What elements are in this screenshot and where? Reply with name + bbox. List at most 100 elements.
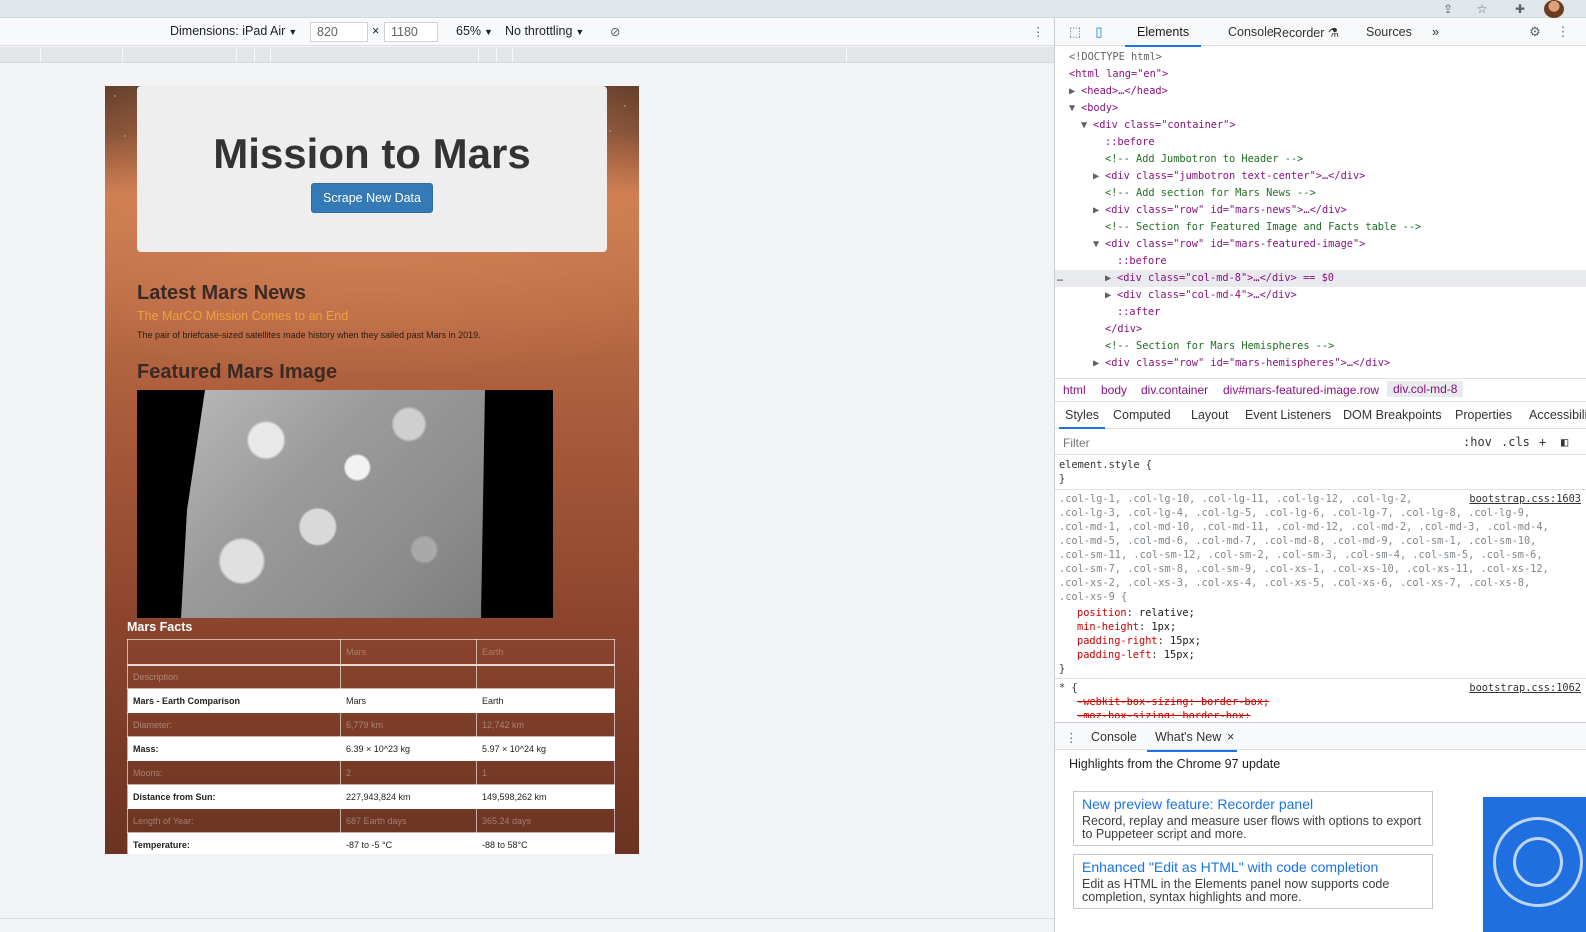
card-title[interactable]: New preview feature: Recorder panel xyxy=(1082,796,1424,812)
tab-sources[interactable]: Sources xyxy=(1366,25,1412,39)
dom-node-before[interactable]: ::before xyxy=(1055,134,1586,151)
dom-node-jumbotron[interactable]: ▶ <div class="jumbotron text-center">…</d… xyxy=(1055,168,1586,185)
source-link[interactable]: bootstrap.css:1062 xyxy=(1469,682,1581,694)
dom-node-text: <div class="container"> xyxy=(1093,119,1236,131)
tab-layout[interactable]: Layout xyxy=(1191,408,1229,422)
table-row: Distance from Sun: 227,943,824 km 149,59… xyxy=(127,784,615,809)
table-cell: 12,742 km xyxy=(476,712,615,737)
breadcrumb-item[interactable]: div#mars-featured-image.row xyxy=(1223,383,1379,397)
inspect-element-icon[interactable]: ⬚ xyxy=(1067,24,1083,40)
close-icon[interactable]: × xyxy=(1227,730,1234,744)
more-tabs-button[interactable]: » xyxy=(1432,25,1439,39)
whats-new-card[interactable]: Enhanced "Edit as HTML" with code comple… xyxy=(1073,854,1433,909)
toggle-sidebar-icon[interactable]: ◧ xyxy=(1561,435,1568,449)
collapse-triangle-icon[interactable]: ▼ xyxy=(1093,236,1105,253)
dom-node-head[interactable]: ▶ <head>…</head> xyxy=(1055,83,1586,100)
drawer-tab-whats-new[interactable]: What's New xyxy=(1146,730,1238,752)
tab-styles[interactable]: Styles xyxy=(1058,408,1106,429)
dom-node-text: ::before xyxy=(1105,136,1155,148)
overridden-declaration[interactable]: -moz-box-sizing: border-box; xyxy=(1077,710,1251,718)
dom-node-body[interactable]: ▼ <body> xyxy=(1055,100,1586,117)
devtools-menu-icon[interactable]: ⋮ xyxy=(1555,24,1571,40)
tab-event-listeners[interactable]: Event Listeners xyxy=(1245,408,1331,422)
rule-close: } xyxy=(1059,663,1066,675)
table-cell: Length of Year: xyxy=(127,808,341,833)
styles-pane[interactable]: element.style { } bootstrap.css:1603 .co… xyxy=(1055,456,1586,718)
share-icon[interactable]: ⇪ xyxy=(1440,1,1456,17)
new-rule-plus-icon[interactable]: + xyxy=(1539,435,1546,449)
more-options-icon[interactable]: ⋮ xyxy=(1032,24,1045,39)
zoom-dropdown[interactable]: 65% ▼ xyxy=(456,24,493,38)
height-input[interactable] xyxy=(384,22,438,42)
breadcrumb-item[interactable]: html xyxy=(1063,383,1086,397)
media-query-ruler[interactable] xyxy=(0,47,1054,63)
dom-node-featured-image[interactable]: ▼ <div class="row" id="mars-featured-imag… xyxy=(1055,236,1586,253)
expand-triangle-icon[interactable]: ▶ xyxy=(1093,355,1105,372)
collapse-triangle-icon[interactable]: ▼ xyxy=(1081,117,1093,134)
dom-node-mars-news[interactable]: ▶ <div class="row" id="mars-news">…</div> xyxy=(1055,202,1586,219)
settings-gear-icon[interactable]: ⚙ xyxy=(1527,24,1543,40)
scrape-new-data-button[interactable]: Scrape New Data xyxy=(311,183,433,213)
expand-triangle-icon[interactable]: ▶ xyxy=(1093,168,1105,185)
breadcrumb-item[interactable]: body xyxy=(1101,383,1127,397)
collapse-triangle-icon[interactable]: ▼ xyxy=(1069,100,1081,117)
profile-avatar[interactable] xyxy=(1544,0,1564,18)
css-property: padding-left xyxy=(1077,649,1152,661)
dom-node-text: <div class="jumbotron text-center">…</di… xyxy=(1105,170,1366,182)
css-declaration[interactable]: padding-right: 15px; xyxy=(1077,635,1201,649)
expand-triangle-icon[interactable]: ▶ xyxy=(1069,83,1081,100)
dom-node-container[interactable]: ▼ <div class="container"> xyxy=(1055,117,1586,134)
tab-computed[interactable]: Computed xyxy=(1113,408,1171,422)
hov-toggle[interactable]: :hov xyxy=(1463,435,1492,449)
flask-icon: ⚗ xyxy=(1327,26,1340,40)
rotate-disabled-icon[interactable]: ⊘ xyxy=(610,24,620,39)
dom-node-html[interactable]: <html lang="en"> xyxy=(1055,66,1586,83)
drawer-tab-console[interactable]: Console xyxy=(1091,730,1137,744)
css-declaration[interactable]: padding-left: 15px; xyxy=(1077,649,1195,663)
dom-node-doctype[interactable]: <!DOCTYPE html> xyxy=(1055,49,1586,66)
node-ellipsis[interactable]: … xyxy=(1057,270,1105,287)
expand-triangle-icon[interactable]: ▶ xyxy=(1093,202,1105,219)
tab-dom-breakpoints[interactable]: DOM Breakpoints xyxy=(1343,408,1442,422)
dom-node-comment[interactable]: <!-- Section for Featured Image and Fact… xyxy=(1055,219,1586,236)
source-link[interactable]: bootstrap.css:1603 xyxy=(1469,493,1581,505)
device-toggle-icon[interactable]: ▯ xyxy=(1091,24,1107,40)
whats-new-card[interactable]: New preview feature: Recorder panel Reco… xyxy=(1073,791,1433,846)
dom-node-comment[interactable]: <!-- Add section for Mars News --> xyxy=(1055,185,1586,202)
css-declaration[interactable]: min-height: 1px; xyxy=(1077,621,1176,635)
breadcrumb-item-selected[interactable]: div.col-md-8 xyxy=(1387,381,1464,397)
tab-elements[interactable]: Elements xyxy=(1124,25,1202,47)
expand-triangle-icon[interactable]: ▶ xyxy=(1105,287,1117,304)
throttle-dropdown[interactable]: No throttling ▼ xyxy=(505,24,584,38)
tab-properties[interactable]: Properties xyxy=(1455,408,1512,422)
star-rule-selector: * { xyxy=(1059,682,1078,694)
dom-node-col-md-4[interactable]: ▶ <div class="col-md-4">…</div> xyxy=(1055,287,1586,304)
bookmark-star-icon[interactable]: ☆ xyxy=(1474,1,1490,17)
table-cell: Temperature: xyxy=(127,832,341,854)
css-declaration[interactable]: position: relative; xyxy=(1077,607,1195,621)
expand-triangle-icon[interactable]: ▶ xyxy=(1105,270,1117,287)
dom-node-hemispheres[interactable]: ▶ <div class="row" id="mars-hemispheres">… xyxy=(1055,355,1586,372)
dom-node-before[interactable]: ::before xyxy=(1055,253,1586,270)
tab-console[interactable]: Console xyxy=(1228,25,1274,39)
dom-node-close-div[interactable]: </div> xyxy=(1055,321,1586,338)
drawer-menu-icon[interactable]: ⋮ xyxy=(1065,730,1078,745)
dom-node-comment[interactable]: <!-- Add Jumbotron to Header --> xyxy=(1055,151,1586,168)
styles-filter-input[interactable] xyxy=(1059,433,1449,452)
overridden-declaration[interactable]: -webkit-box-sizing: border-box; xyxy=(1077,696,1269,710)
dom-node-after[interactable]: ::after xyxy=(1055,304,1586,321)
breadcrumb-item[interactable]: div.container xyxy=(1141,383,1208,397)
cls-toggle[interactable]: .cls xyxy=(1501,435,1530,449)
elements-tree[interactable]: <!DOCTYPE html> <html lang="en"> ▶ <head>… xyxy=(1055,47,1586,377)
extensions-icon[interactable]: ✚ xyxy=(1512,1,1528,17)
card-title[interactable]: Enhanced "Edit as HTML" with code comple… xyxy=(1082,859,1424,875)
caret-down-icon: ▼ xyxy=(288,27,298,37)
width-input[interactable] xyxy=(310,22,368,42)
tab-accessibility[interactable]: Accessibili xyxy=(1529,408,1586,422)
ruler-segment xyxy=(122,47,123,62)
dom-node-col-md-8-selected[interactable]: … ▶ <div class="col-md-8">…</div> == $0 xyxy=(1055,270,1586,287)
dom-node-comment[interactable]: <!-- Section for Mars Hemispheres --> xyxy=(1055,338,1586,355)
dimensions-dropdown[interactable]: Dimensions: iPad Air ▼ xyxy=(170,24,297,38)
element-style-rule[interactable]: element.style { xyxy=(1059,459,1152,473)
tab-recorder[interactable]: Recorder ⚗ xyxy=(1273,25,1339,40)
